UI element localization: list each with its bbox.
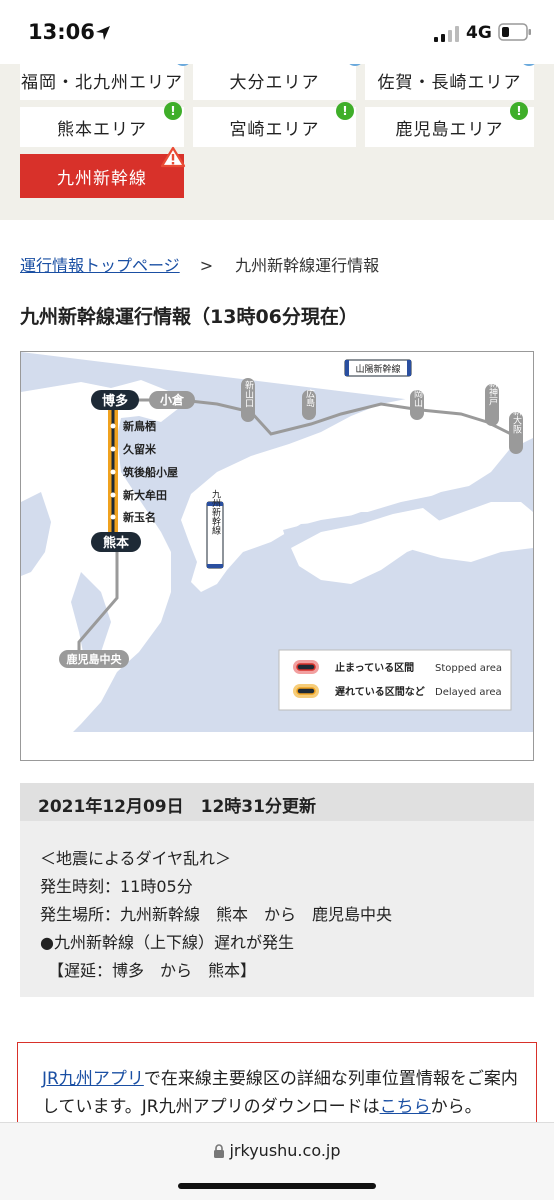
route-map-svg: 新鳥栖 久留米 筑後船小屋 新大牟田 新玉名 博多 小倉 熊本 鹿児島中央 山陽…	[21, 352, 533, 760]
banner-text: JR九州アプリで在来線主要線区の詳細な列車位置情報をご案内しています。JR九州ア…	[42, 1069, 518, 1117]
info-badge-icon: !	[510, 102, 528, 120]
update-line: 発生時刻：11時05分	[40, 877, 193, 896]
station-dot	[110, 492, 116, 498]
station-dot	[110, 423, 116, 429]
sanyo-shinkansen-label: 山陽新幹線	[355, 363, 400, 375]
route-map: 新鳥栖 久留米 筑後船小屋 新大牟田 新玉名 博多 小倉 熊本 鹿児島中央 山陽…	[20, 351, 534, 761]
station-label: 新玉名	[123, 510, 156, 524]
update-line: 発生場所：九州新幹線 熊本 から 鹿児島中央	[40, 905, 393, 924]
lock-icon	[214, 1144, 225, 1158]
station-dot	[110, 469, 116, 475]
status-circle-icon	[346, 64, 364, 66]
legend-delayed-en: Delayed area	[435, 687, 502, 698]
legend-delayed-swatch	[296, 687, 316, 695]
status-time: 13:06	[28, 20, 95, 44]
station-shin-kobe-label: 新神戸	[487, 377, 498, 406]
network-type: 4G	[466, 23, 492, 43]
url-text: jrkyushu.co.jp	[229, 1141, 341, 1160]
breadcrumb: 運行情報トップページ > 九州新幹線運行情報	[20, 252, 379, 276]
info-badge-icon: !	[164, 102, 182, 120]
breadcrumb-top-link[interactable]: 運行情報トップページ	[20, 256, 180, 275]
area-button-saga-nagasaki[interactable]: 佐賀・長崎エリア	[365, 64, 538, 100]
download-here-link[interactable]: こちら	[380, 1097, 431, 1117]
map-legend	[278, 649, 512, 711]
home-indicator[interactable]	[178, 1183, 376, 1189]
update-line: ●九州新幹線（上下線）遅れが発生	[40, 933, 294, 952]
station-okayama-label: 岡山	[412, 389, 423, 407]
status-bar: 13:06 4G	[0, 0, 554, 64]
area-button-kyushu-shinkansen[interactable]: 九州新幹線	[20, 146, 186, 198]
area-button-fukuoka[interactable]: 福岡・北九州エリア	[20, 64, 192, 100]
area-button-kagoshima[interactable]: 鹿児島エリア !	[365, 102, 534, 147]
station-kokura-label: 小倉	[160, 392, 185, 407]
legend-stopped-en: Stopped area	[435, 663, 502, 674]
area-button-kumamoto[interactable]: 熊本エリア !	[20, 102, 184, 147]
breadcrumb-current: 九州新幹線運行情報	[235, 256, 380, 275]
kyushu-shinkansen-label: 九州新幹線	[210, 489, 221, 534]
update-line: ＜地震によるダイヤ乱れ＞	[40, 849, 232, 868]
browser-address-bar[interactable]: jrkyushu.co.jp	[0, 1122, 554, 1200]
location-arrow-icon	[96, 26, 110, 40]
station-kagoshima-label: 鹿児島中央	[67, 652, 123, 666]
url-display[interactable]: jrkyushu.co.jp	[0, 1141, 554, 1160]
station-hakata-label: 博多	[102, 393, 128, 409]
station-label: 久留米	[123, 442, 157, 456]
status-circle-icon	[174, 64, 192, 66]
area-button-miyazaki[interactable]: 宮崎エリア !	[193, 102, 356, 147]
station-shin-osaka-label: 新大阪	[511, 405, 522, 434]
area-grid: 福岡・北九州エリア 大分エリア 佐賀・長崎エリア 熊本エリア ! 宮崎エリア !…	[0, 64, 554, 220]
warning-triangle-icon	[160, 146, 186, 168]
app-link[interactable]: JR九州アプリ	[42, 1069, 144, 1089]
breadcrumb-separator: >	[199, 256, 214, 275]
legend-delayed-jp: 遅れている区間など	[335, 685, 425, 698]
area-button-oita[interactable]: 大分エリア	[193, 64, 364, 100]
station-hiroshima-label: 広島	[304, 388, 315, 408]
station-label: 新大牟田	[123, 488, 167, 502]
station-kumamoto-label: 熊本	[103, 535, 129, 551]
page-title: 九州新幹線運行情報（13時06分現在）	[20, 306, 358, 328]
update-line: 【遅延：博多 から 熊本】	[40, 961, 257, 980]
station-label: 筑後船小屋	[123, 465, 178, 479]
legend-stopped-swatch	[296, 663, 316, 671]
legend-stopped-jp: 止まっている区間	[335, 661, 414, 674]
station-shin-yamaguchi-label: 新山口	[243, 379, 254, 407]
info-badge-icon: !	[336, 102, 354, 120]
station-dot	[110, 446, 116, 452]
station-label: 新鳥栖	[123, 419, 156, 433]
status-circle-icon	[520, 64, 538, 66]
station-dot	[110, 514, 116, 520]
update-header: 2021年12月09日 12時31分更新	[20, 783, 534, 821]
signal-bars-icon	[434, 26, 459, 42]
update-info-box: 2021年12月09日 12時31分更新 ＜地震によるダイヤ乱れ＞ 発生時刻：1…	[20, 783, 534, 997]
battery-icon	[498, 23, 531, 41]
